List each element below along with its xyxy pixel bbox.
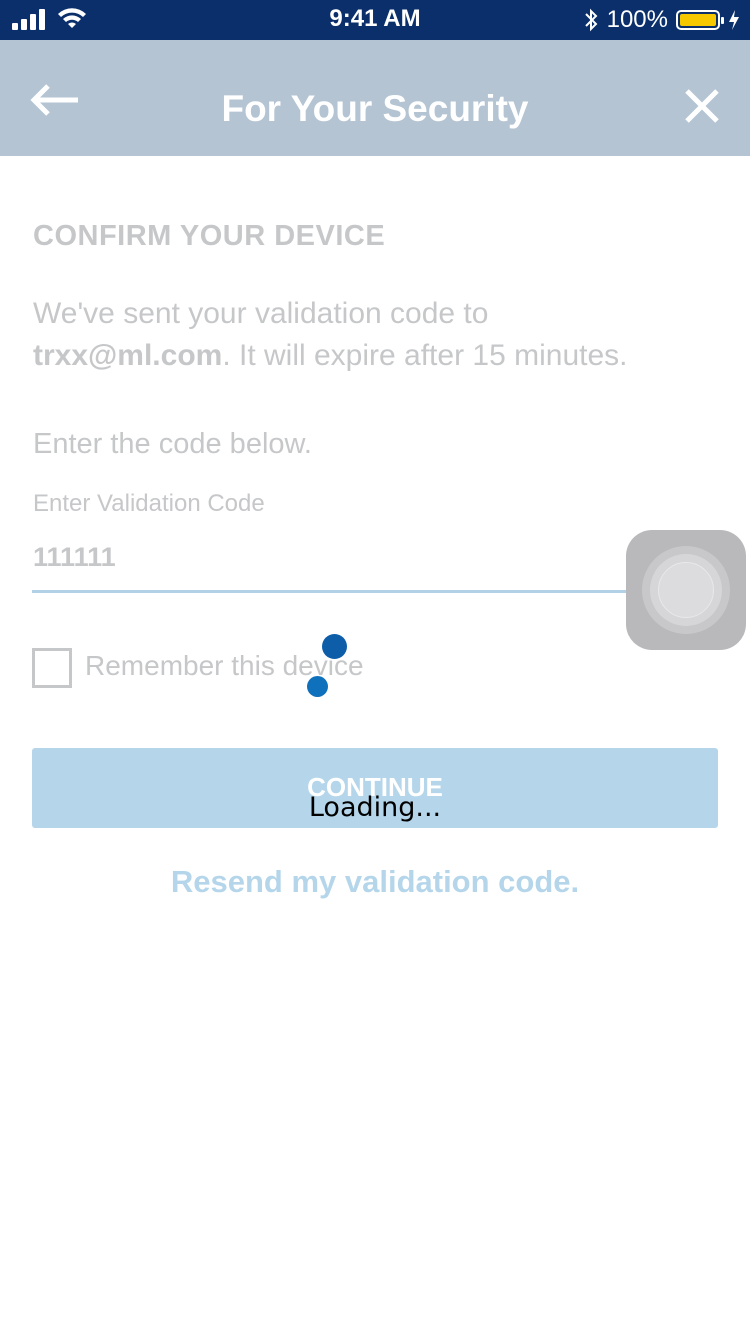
battery-icon bbox=[676, 10, 724, 30]
battery-percent: 100% bbox=[606, 6, 668, 33]
close-icon[interactable] bbox=[684, 88, 720, 124]
status-bar: 9:41 AM 100% bbox=[0, 0, 750, 40]
description-prefix: We've sent your validation code to bbox=[33, 297, 489, 330]
remember-device-checkbox[interactable] bbox=[32, 648, 72, 688]
section-title: CONFIRM YOUR DEVICE bbox=[33, 220, 386, 252]
email-address: trxx@ml.com bbox=[33, 339, 223, 372]
page-title: For Your Security bbox=[221, 88, 529, 129]
validation-code-input[interactable] bbox=[33, 536, 718, 578]
bluetooth-icon bbox=[584, 8, 598, 32]
continue-button[interactable]: CONTINUE Loading... bbox=[32, 748, 718, 828]
validation-code-label: Enter Validation Code bbox=[33, 490, 265, 517]
description-text: We've sent your validation code to trxx@… bbox=[33, 293, 723, 377]
loading-spinner-dot bbox=[307, 676, 328, 697]
charging-bolt-icon bbox=[729, 10, 739, 30]
nav-bar: For Your Security bbox=[0, 40, 750, 156]
description-suffix: . It will expire after 15 minutes. bbox=[222, 339, 628, 372]
loading-spinner-dot bbox=[322, 634, 347, 659]
assistive-touch-core bbox=[658, 562, 714, 618]
status-bar-right: 100% bbox=[583, 6, 740, 34]
resend-code-link[interactable]: Resend my validation code. bbox=[0, 864, 750, 900]
instruction-text: Enter the code below. bbox=[33, 428, 312, 460]
loading-text: Loading... bbox=[308, 792, 442, 823]
assistive-touch-button[interactable] bbox=[626, 530, 746, 650]
input-underline bbox=[32, 590, 718, 593]
